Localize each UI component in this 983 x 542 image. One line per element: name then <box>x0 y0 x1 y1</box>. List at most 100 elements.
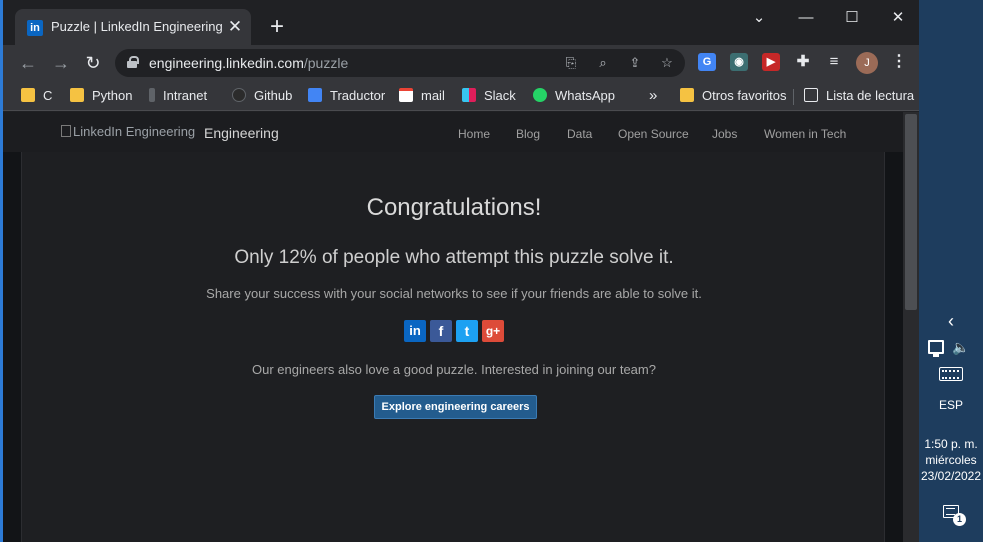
nav-women-in-tech[interactable]: Women in Tech <box>764 127 846 141</box>
nav-jobs[interactable]: Jobs <box>712 127 737 141</box>
tab-search-icon[interactable]: ⌄ <box>736 4 782 32</box>
bookmark-divider <box>793 89 794 105</box>
show-hidden-icons-icon[interactable]: ‹ <box>919 310 983 332</box>
bookmarks-bar: C Python Intranet Github Traductor mail … <box>3 81 919 111</box>
share-icon[interactable]: ⇪ <box>625 53 645 73</box>
reading-list-button[interactable]: Lista de lectura <box>804 88 914 104</box>
bookmark-c[interactable]: C <box>21 88 52 104</box>
new-tab-button[interactable]: + <box>265 15 289 40</box>
browser-toolbar: ← → ↻ engineering.linkedin.com/puzzle ⎘ … <box>3 45 919 81</box>
bookmark-label: Otros favoritos <box>702 88 787 103</box>
tab-title: Puzzle | LinkedIn Engineering <box>51 19 223 34</box>
media-control-icon[interactable]: ≡ <box>825 53 843 71</box>
tab-close-icon[interactable]: ✕ <box>225 17 245 37</box>
gmail-icon <box>399 88 413 102</box>
notification-badge: 1 <box>953 513 966 526</box>
bookmark-label: Traductor <box>330 88 386 103</box>
close-window-button[interactable]: ✕ <box>875 4 919 32</box>
explore-careers-button[interactable]: Explore engineering careers <box>374 395 537 419</box>
nav-open-source[interactable]: Open Source <box>618 127 689 141</box>
web-page: LinkedIn Engineering Engineering Home Bl… <box>3 112 919 542</box>
site-header: LinkedIn Engineering Engineering Home Bl… <box>3 112 903 152</box>
bookmark-github[interactable]: Github <box>232 88 292 104</box>
site-brand[interactable]: Engineering <box>204 125 279 141</box>
bookmark-label: Slack <box>484 88 516 103</box>
minimize-button[interactable]: — <box>783 4 829 32</box>
bookmark-intranet[interactable]: Intranet <box>149 88 207 104</box>
bookmark-label: Intranet <box>163 88 208 103</box>
logo-alt-text: LinkedIn Engineering <box>73 124 196 139</box>
bookmark-label: Python <box>92 88 133 103</box>
bookmark-label: Lista de lectura <box>826 88 915 103</box>
forward-icon[interactable]: → <box>48 50 74 76</box>
google-translate-extension-icon[interactable]: G <box>698 53 716 71</box>
social-share-buttons: in f t g+ <box>404 320 506 342</box>
bookmark-python[interactable]: Python <box>70 88 132 104</box>
clock[interactable]: 1:50 p. m. miércoles 23/02/2022 <box>919 436 983 484</box>
clock-time: 1:50 p. m. <box>924 437 978 451</box>
windows-taskbar: ‹ 🔈 ESP 1:50 p. m. miércoles 23/02/2022 … <box>919 0 983 542</box>
bookmark-whatsapp[interactable]: WhatsApp <box>533 88 615 104</box>
tab-strip: in Puzzle | LinkedIn Engineering ✕ + ⌄ —… <box>3 0 919 45</box>
reload-icon[interactable]: ↻ <box>80 50 106 76</box>
nav-data[interactable]: Data <box>567 127 592 141</box>
scrollbar-thumb[interactable] <box>905 114 917 310</box>
bookmark-label: WhatsApp <box>555 88 615 103</box>
bookmarks-overflow-button[interactable]: » <box>649 88 657 104</box>
bookmark-mail[interactable]: mail <box>399 88 445 104</box>
volume-icon[interactable]: 🔈 <box>952 339 969 356</box>
folder-icon <box>70 88 84 102</box>
nav-home[interactable]: Home <box>458 127 490 141</box>
bookmark-star-icon[interactable]: ☆ <box>657 53 677 73</box>
menu-kebab-icon[interactable]: ⋮ <box>890 53 908 71</box>
twitter-share-icon[interactable]: t <box>456 320 478 342</box>
address-bar[interactable]: engineering.linkedin.com/puzzle ⎘ ⌕ ⇪ ☆ <box>115 49 685 77</box>
solve-rate-text: Only 12% of people who attempt this puzz… <box>234 247 674 268</box>
google-plus-share-icon[interactable]: g+ <box>482 320 504 342</box>
maximize-button[interactable]: ☐ <box>829 4 875 32</box>
linkedin-share-icon[interactable]: in <box>404 320 426 342</box>
url-path: /puzzle <box>303 55 349 71</box>
zoom-icon[interactable]: ⌕ <box>593 53 613 73</box>
careers-prompt: Our engineers also love a good puzzle. I… <box>252 362 656 377</box>
page-scrollbar[interactable] <box>903 112 919 542</box>
share-prompt: Share your success with your social netw… <box>206 286 702 301</box>
bookmark-traductor[interactable]: Traductor <box>308 88 385 104</box>
bookmark-label: mail <box>421 88 445 103</box>
translate-page-icon[interactable]: ⎘ <box>561 53 581 73</box>
touch-keyboard-icon[interactable] <box>939 367 963 381</box>
broken-image-icon <box>61 125 71 137</box>
puzzle-result-card: Congratulations! Only 12% of people who … <box>21 152 885 542</box>
url-host: engineering.linkedin.com <box>149 55 304 71</box>
browser-window: in Puzzle | LinkedIn Engineering ✕ + ⌄ —… <box>0 0 919 542</box>
site-logo[interactable]: LinkedIn Engineering <box>61 124 195 139</box>
tab-active[interactable]: in Puzzle | LinkedIn Engineering ✕ <box>15 9 251 45</box>
spy-extension-icon[interactable]: ◉ <box>730 53 748 71</box>
extensions-puzzle-icon[interactable]: ✚ <box>794 53 812 71</box>
facebook-share-icon[interactable]: f <box>430 320 452 342</box>
bookmark-slack[interactable]: Slack <box>462 88 516 104</box>
url-text: engineering.linkedin.com/puzzle <box>149 55 348 71</box>
intranet-icon <box>149 88 155 102</box>
bookmark-label: Github <box>254 88 293 103</box>
bookmark-label: C <box>43 88 53 103</box>
bookmark-otros-favoritos[interactable]: Otros favoritos <box>680 88 787 104</box>
language-indicator[interactable]: ESP <box>919 398 983 412</box>
clock-date: 23/02/2022 <box>920 469 982 483</box>
linkedin-favicon-icon: in <box>27 20 43 36</box>
github-icon <box>232 88 246 102</box>
page-title: Congratulations! <box>366 194 542 221</box>
profile-avatar[interactable]: J <box>856 52 878 74</box>
back-icon[interactable]: ← <box>15 50 41 76</box>
red-extension-icon[interactable]: ▶ <box>762 53 780 71</box>
reading-list-icon <box>804 88 818 102</box>
whatsapp-icon <box>533 88 547 102</box>
folder-icon <box>680 88 694 102</box>
translate-icon <box>308 88 322 102</box>
slack-icon <box>462 88 476 102</box>
network-icon[interactable] <box>928 340 944 357</box>
nav-blog[interactable]: Blog <box>516 127 540 141</box>
lock-icon[interactable] <box>127 56 139 68</box>
clock-weekday: miércoles <box>925 453 977 467</box>
folder-icon <box>21 88 35 102</box>
